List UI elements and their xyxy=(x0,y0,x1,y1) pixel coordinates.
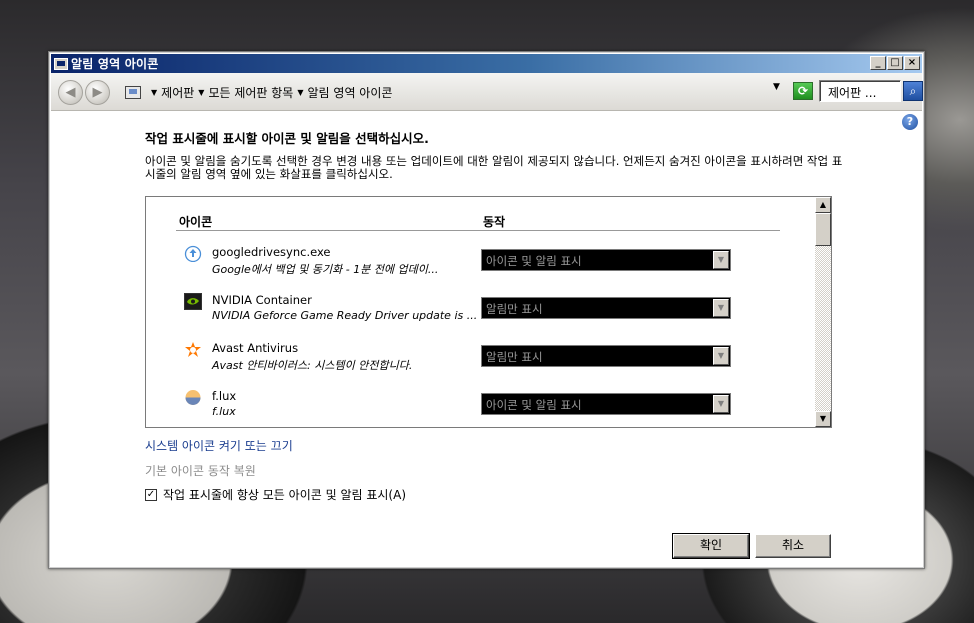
page-title: 작업 표시줄에 표시할 아이콘 및 알림을 선택하십시오. xyxy=(145,131,429,146)
breadcrumb-item-control-panel[interactable]: 제어판 xyxy=(161,84,194,101)
address-bar: ◀ ▶ ▼ 제어판 ▼ 모든 제어판 항목 ▼ 알림 영역 아이콘 ▼ ⟳ 제어… xyxy=(51,73,923,111)
ok-button[interactable]: 확인 xyxy=(672,533,750,559)
chevron-right-icon[interactable]: ▼ xyxy=(297,88,303,97)
breadcrumb-item-all-items[interactable]: 모든 제어판 항목 xyxy=(208,84,293,101)
avast-icon xyxy=(185,342,201,357)
list-item[interactable]: NVIDIA Container NVIDIA Geforce Game Rea… xyxy=(146,289,814,337)
behavior-select-value: 알림만 표시 xyxy=(486,302,543,316)
icon-behavior-list[interactable]: 아이콘 동작 googledrivesync.exe Google에서 백업 및… xyxy=(145,196,832,428)
scroll-up-icon[interactable]: ▲ xyxy=(815,197,831,213)
search-input[interactable]: 제어판 ... xyxy=(819,80,901,102)
title-bar[interactable]: 알림 영역 아이콘 _ □ × xyxy=(51,54,922,73)
scrollbar-thumb[interactable] xyxy=(815,213,831,246)
list-item[interactable]: Avast Antivirus Avast 안티바이러스: 시스템이 안전합니다… xyxy=(146,337,814,385)
control-panel-window-icon xyxy=(54,57,68,70)
close-button[interactable]: × xyxy=(904,56,920,70)
breadcrumb: ▼ 제어판 ▼ 모든 제어판 항목 ▼ 알림 영역 아이콘 xyxy=(121,81,785,103)
cancel-button[interactable]: 취소 xyxy=(755,534,831,558)
notification-area-icons-window: 알림 영역 아이콘 _ □ × ◀ ▶ ▼ 제어판 ▼ 모든 제어판 항목 ▼ … xyxy=(48,51,925,569)
restore-default-link: 기본 아이콘 동작 복원 xyxy=(145,464,256,478)
chevron-right-icon[interactable]: ▼ xyxy=(151,88,157,97)
header-divider xyxy=(176,230,780,231)
app-status: Google에서 백업 및 동기화 - 1분 전에 업데이... xyxy=(212,263,439,276)
app-name: NVIDIA Container xyxy=(212,293,312,307)
app-name: googledrivesync.exe xyxy=(212,245,331,259)
breadcrumb-item-notification-icons[interactable]: 알림 영역 아이콘 xyxy=(308,84,393,101)
app-status: NVIDIA Geforce Game Ready Driver update … xyxy=(212,309,478,322)
maximize-button[interactable]: □ xyxy=(887,56,903,70)
always-show-option[interactable]: ✓ 작업 표시줄에 항상 모든 아이콘 및 알림 표시(A) xyxy=(145,486,406,503)
minimize-button[interactable]: _ xyxy=(870,56,886,70)
address-dropdown-icon[interactable]: ▼ xyxy=(773,82,780,92)
back-button[interactable]: ◀ xyxy=(58,80,83,105)
list-item[interactable]: googledrivesync.exe Google에서 백업 및 동기화 - … xyxy=(146,241,814,289)
always-show-label[interactable]: 작업 표시줄에 항상 모든 아이콘 및 알림 표시(A) xyxy=(163,486,406,503)
column-header-icons: 아이콘 xyxy=(179,215,213,229)
chevron-down-icon[interactable]: ▼ xyxy=(713,347,729,365)
app-status: f.lux xyxy=(212,405,236,418)
behavior-select-value: 아이콘 및 알림 표시 xyxy=(486,398,582,412)
refresh-button[interactable]: ⟳ xyxy=(793,82,813,100)
forward-button[interactable]: ▶ xyxy=(85,80,110,105)
app-status: Avast 안티바이러스: 시스템이 안전합니다. xyxy=(212,359,413,372)
always-show-checkbox[interactable]: ✓ xyxy=(145,488,157,501)
flux-icon xyxy=(185,390,201,405)
window-title: 알림 영역 아이콘 xyxy=(71,57,159,71)
page-description: 아이콘 및 알림을 숨기도록 선택한 경우 변경 내용 또는 업데이트에 대한 … xyxy=(145,154,843,181)
chevron-right-icon[interactable]: ▼ xyxy=(198,88,204,97)
help-icon[interactable]: ? xyxy=(902,114,918,130)
app-name: Avast Antivirus xyxy=(212,341,299,355)
behavior-select[interactable]: 아이콘 및 알림 표시 ▼ xyxy=(481,249,731,271)
column-header-behavior: 동작 xyxy=(483,215,506,229)
behavior-select[interactable]: 아이콘 및 알림 표시 ▼ xyxy=(481,393,731,415)
search-icon[interactable]: ⌕ xyxy=(903,81,923,101)
chevron-down-icon[interactable]: ▼ xyxy=(713,251,729,269)
nvidia-icon xyxy=(184,293,202,310)
google-drive-cloud-icon xyxy=(184,245,202,262)
scroll-down-icon[interactable]: ▼ xyxy=(815,411,831,427)
system-icons-link[interactable]: 시스템 아이콘 켜기 또는 끄기 xyxy=(145,437,293,454)
vertical-scrollbar[interactable]: ▲ ▼ xyxy=(815,197,831,427)
app-name: f.lux xyxy=(212,389,237,403)
behavior-select[interactable]: 알림만 표시 ▼ xyxy=(481,297,731,319)
behavior-select[interactable]: 알림만 표시 ▼ xyxy=(481,345,731,367)
behavior-select-value: 알림만 표시 xyxy=(486,350,543,364)
list-item[interactable]: f.lux f.lux 아이콘 및 알림 표시 ▼ xyxy=(146,385,814,427)
chevron-down-icon[interactable]: ▼ xyxy=(713,299,729,317)
chevron-down-icon[interactable]: ▼ xyxy=(713,395,729,413)
computer-icon xyxy=(125,85,141,99)
behavior-select-value: 아이콘 및 알림 표시 xyxy=(486,254,582,268)
